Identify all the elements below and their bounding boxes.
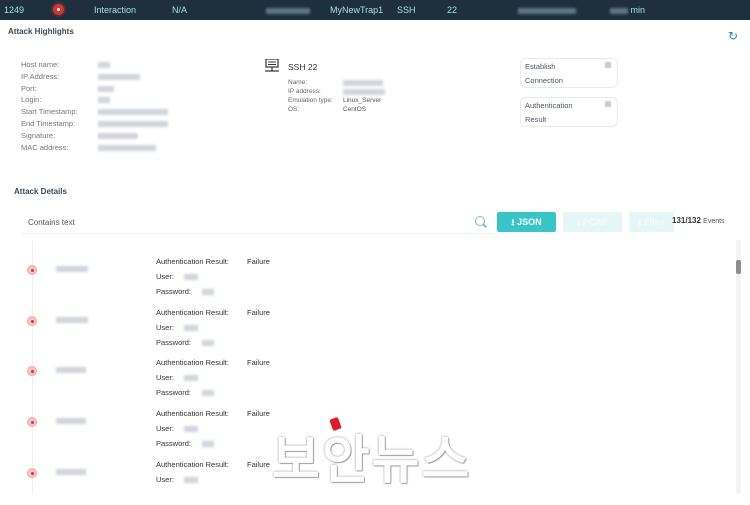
- field-mac-address: MAC address:: [21, 142, 156, 154]
- connection-icon: [605, 62, 611, 68]
- redacted-source: [266, 5, 310, 15]
- field-host-name: Host name:: [21, 59, 110, 71]
- download-pcap-button[interactable]: ⭳ PCAP: [563, 212, 622, 232]
- authentication-icon: [605, 101, 611, 107]
- event-row[interactable]: Authentication Result: Failure User: Pass…: [0, 303, 730, 353]
- service-details-list: Name: IP address: Emulation type: Linux_S…: [288, 78, 385, 114]
- server-icon: [265, 59, 279, 72]
- incident-summary-bar[interactable]: 1249 Interaction N/A MyNewTrap1 SSH 22 m…: [0, 0, 750, 20]
- auth-result: Authentication Result: Failure: [156, 308, 270, 317]
- watermark: 보안뉴스: [272, 432, 472, 490]
- auth-result: Authentication Result: Failure: [156, 358, 270, 367]
- password-field: Password:: [156, 284, 229, 299]
- event-timestamp: [56, 418, 86, 424]
- event-count: 131/132 Events: [672, 216, 725, 225]
- severity-icon: [53, 4, 64, 15]
- field-start-timestamp: Start Timestamp:: [21, 106, 168, 118]
- duration-unit: min: [630, 5, 646, 15]
- service-port: 22: [447, 5, 458, 15]
- search-icon[interactable]: [475, 216, 485, 226]
- event-severity-icon: [27, 417, 37, 427]
- incident-na: N/A: [172, 5, 188, 15]
- auth-result: Authentication Result: Failure: [156, 257, 270, 266]
- search-input[interactable]: Contains text: [28, 218, 75, 227]
- user-field: User:: [156, 421, 229, 436]
- trap-name: MyNewTrap1: [330, 5, 384, 15]
- auth-result: Authentication Result: Failure: [156, 409, 270, 418]
- event-severity-icon: [27, 468, 37, 478]
- event-search[interactable]: Contains text: [21, 212, 493, 234]
- auth-result: Authentication Result: Failure: [156, 460, 270, 469]
- event-timestamp: [56, 469, 86, 475]
- establish-connection-card[interactable]: Establish Connection: [520, 58, 618, 88]
- field-ip-address: IP Address:: [21, 71, 140, 83]
- event-row[interactable]: Authentication Result: Failure User: Pass…: [0, 353, 730, 403]
- event-timestamp: [56, 367, 86, 373]
- user-field: User:: [156, 370, 229, 385]
- authentication-result-card[interactable]: Authentication Result: [520, 97, 618, 127]
- user-field: User:: [156, 320, 229, 335]
- user-field: User:: [156, 472, 229, 487]
- event-timestamp: [56, 266, 88, 272]
- service-field-ip: IP address:: [288, 87, 385, 96]
- field-end-timestamp: End Timestamp:: [21, 118, 168, 130]
- incident-id: 1249: [4, 5, 25, 15]
- refresh-icon[interactable]: ↻: [728, 29, 738, 43]
- password-field: Password:: [156, 335, 229, 350]
- host-details-list: Host name: IP Address: Port: Login: Star…: [21, 59, 168, 154]
- attack-details-title: Attack Details: [14, 187, 67, 196]
- password-field: Password:: [156, 385, 229, 400]
- event-severity-icon: [27, 366, 37, 376]
- event-row[interactable]: Authentication Result: Failure User: Pass…: [0, 252, 730, 302]
- service-field-emulation: Emulation type: Linux_Server: [288, 97, 382, 104]
- attack-highlights-title: Attack Highlights: [8, 27, 74, 36]
- duration: min: [610, 5, 645, 15]
- download-files-button[interactable]: ⭳ Files: [629, 212, 674, 232]
- field-login: Login:: [21, 94, 110, 106]
- event-timestamp: [56, 317, 88, 323]
- scrollbar-thumb[interactable]: [736, 260, 741, 274]
- event-severity-icon: [27, 265, 37, 275]
- service-field-os: OS: CentOS: [288, 106, 367, 113]
- event-severity-icon: [27, 316, 37, 326]
- scrollbar[interactable]: [736, 240, 741, 494]
- download-json-button[interactable]: ⭳ JSON: [497, 212, 556, 232]
- user-field: User:: [156, 269, 229, 284]
- service-title: SSH 22: [288, 62, 318, 72]
- password-field: Password:: [156, 436, 229, 451]
- field-signature: Signature:: [21, 130, 138, 142]
- service-name: SSH: [397, 5, 416, 15]
- redacted-time: [518, 5, 576, 15]
- incident-type: Interaction: [94, 5, 137, 15]
- service-field-name: Name:: [288, 78, 383, 87]
- field-port: Port:: [21, 83, 114, 95]
